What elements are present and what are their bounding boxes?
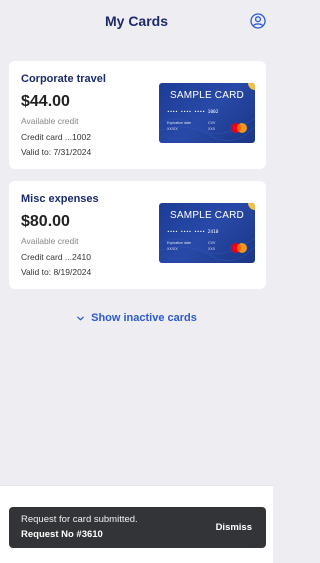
sample-card-label: SAMPLE CARD: [170, 210, 244, 221]
show-inactive-cards-button[interactable]: Show inactive cards: [0, 312, 273, 324]
card-item[interactable]: Corporate travel $44.00 Available credit…: [9, 61, 266, 169]
page-title: My Cards: [104, 13, 169, 29]
chevron-down-icon: [77, 316, 84, 321]
card-valid-to: Valid to: 7/31/2024: [21, 147, 92, 157]
expiration-value: XX/XX: [167, 247, 178, 251]
card-amount: $80.00: [21, 213, 70, 230]
expiration-label: Expiration date: [167, 241, 191, 245]
card-item[interactable]: Misc expenses $80.00 Available credit Cr…: [9, 181, 266, 289]
card-number: Credit card ...1002: [21, 132, 91, 142]
card-name: Corporate travel: [21, 73, 106, 85]
mastercard-logo-icon: [231, 123, 247, 133]
cvv-label: CVV: [208, 241, 216, 245]
cvv-label: CVV: [208, 121, 216, 125]
dismiss-button[interactable]: Dismiss: [216, 522, 252, 533]
app-header: My Cards: [0, 0, 273, 44]
account-circle-icon[interactable]: [250, 13, 266, 29]
available-credit-label: Available credit: [21, 116, 79, 126]
show-inactive-label: Show inactive cards: [91, 312, 197, 324]
credit-card-image: SAMPLE CARD •••• •••• •••• 1002 Expirati…: [159, 83, 255, 143]
snackbar-toast: Request for card submitted. Request No #…: [9, 507, 266, 548]
available-credit-label: Available credit: [21, 236, 79, 246]
masked-card-number: •••• •••• •••• 2410: [167, 230, 219, 235]
card-number: Credit card ...2410: [21, 252, 91, 262]
mastercard-logo-icon: [231, 243, 247, 253]
masked-card-number: •••• •••• •••• 1002: [167, 110, 219, 115]
expiration-value: XX/XX: [167, 127, 178, 131]
card-name: Misc expenses: [21, 193, 99, 205]
card-amount: $44.00: [21, 93, 70, 110]
credit-card-image: SAMPLE CARD •••• •••• •••• 2410 Expirati…: [159, 203, 255, 263]
toast-request-number: Request No #3610: [21, 529, 103, 540]
card-valid-to: Valid to: 8/19/2024: [21, 267, 92, 277]
sample-card-label: SAMPLE CARD: [170, 90, 244, 101]
toast-message: Request for card submitted.: [21, 514, 138, 525]
cvv-value: XXX: [208, 127, 216, 131]
expiration-label: Expiration date: [167, 121, 191, 125]
cvv-value: XXX: [208, 247, 216, 251]
